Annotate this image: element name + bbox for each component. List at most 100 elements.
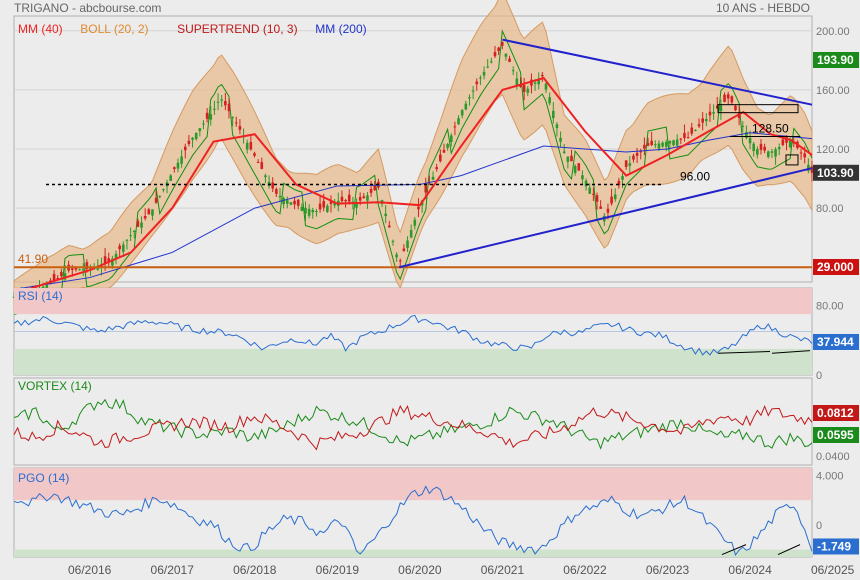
- price-ytick-label: 80.00: [816, 203, 844, 215]
- candle-body: [417, 206, 420, 210]
- candle-body: [129, 235, 132, 237]
- candle-body: [734, 105, 737, 111]
- candle-body: [231, 117, 234, 119]
- candle-body: [522, 85, 526, 92]
- candle-body: [541, 74, 544, 77]
- candle-body: [551, 110, 555, 119]
- candle-body: [664, 141, 668, 147]
- candle-body: [559, 137, 562, 142]
- candle-body: [391, 240, 395, 242]
- candle-body: [151, 209, 154, 216]
- candle-body: [307, 208, 311, 216]
- price-ytick-label: 120.00: [816, 144, 850, 156]
- xtick-label: 06/2020: [398, 563, 442, 577]
- candle-body: [646, 143, 650, 146]
- legend-item: MM (200): [315, 22, 366, 36]
- candle-body: [686, 137, 690, 139]
- candle-body: [187, 140, 191, 144]
- candle-body: [158, 195, 162, 197]
- candle-body: [497, 47, 500, 51]
- candle-body: [275, 188, 278, 194]
- pgo-ytick-label: 4.000: [816, 470, 844, 482]
- candle-body: [799, 152, 803, 154]
- candle-body: [249, 142, 253, 150]
- candle-body: [446, 144, 449, 148]
- candle-body: [708, 111, 712, 116]
- vortex-ytick-label: 0.0400: [816, 451, 850, 463]
- xtick-label: 06/2018: [233, 563, 277, 577]
- candle-body: [136, 220, 140, 227]
- candle-body: [468, 97, 471, 99]
- candle-body: [657, 143, 661, 149]
- candle-body: [176, 162, 180, 169]
- xtick-label: 06/2022: [563, 563, 607, 577]
- candle-body: [599, 206, 602, 209]
- rsi-ytick-label: 0: [816, 370, 822, 382]
- candle-body: [770, 151, 774, 153]
- candle-body: [227, 103, 231, 112]
- xtick-label: 06/2017: [151, 563, 195, 577]
- xtick-label: 06/2025: [811, 563, 855, 577]
- candle-body: [741, 125, 745, 127]
- candle-body: [369, 189, 373, 193]
- candle-body: [683, 132, 686, 138]
- candle-body: [183, 146, 187, 151]
- xtick-label: 06/2021: [481, 563, 525, 577]
- candle-body: [60, 271, 63, 276]
- candle-body: [588, 187, 592, 194]
- candle-body: [293, 200, 296, 205]
- candle-body: [475, 81, 479, 85]
- rsi-band-0: [14, 288, 812, 315]
- candle-body: [613, 194, 617, 200]
- candle-body: [260, 162, 264, 169]
- rsi-ytick-label: 80.00: [816, 300, 844, 312]
- candle-body: [581, 175, 584, 180]
- candle-body: [752, 143, 755, 152]
- panel-vortex: [13, 377, 813, 466]
- pgo-ytick-label: 0: [816, 520, 822, 532]
- candle-body: [661, 142, 664, 147]
- candle-body: [198, 128, 202, 132]
- candle-body: [125, 239, 129, 241]
- candle-body: [406, 240, 409, 248]
- candle-body: [643, 144, 646, 149]
- candle-body: [81, 269, 85, 271]
- candle-body: [464, 103, 468, 110]
- candle-body: [322, 200, 326, 208]
- price-ytick-label: 160.00: [816, 85, 850, 97]
- candle-body: [315, 210, 318, 212]
- candle-body: [442, 149, 446, 153]
- candle-body: [366, 195, 369, 201]
- candle-body: [577, 163, 581, 171]
- candle-body: [672, 140, 675, 146]
- xtick-label: 06/2024: [728, 563, 772, 577]
- candle-body: [555, 124, 559, 129]
- candle-body: [140, 222, 143, 228]
- candle-body: [457, 118, 460, 125]
- candle-body: [712, 112, 715, 114]
- candle-body: [435, 167, 438, 170]
- candle-body: [766, 151, 770, 157]
- candle-body: [624, 160, 628, 167]
- candle-body: [759, 143, 763, 150]
- candle-body: [122, 244, 125, 252]
- candle-body: [675, 139, 679, 146]
- rsi-band-1: [14, 348, 812, 375]
- candle-body: [311, 209, 315, 213]
- candle-body: [234, 122, 238, 124]
- candle-body: [621, 176, 624, 180]
- candle-body: [413, 219, 417, 226]
- candle-body: [606, 208, 610, 213]
- candle-body: [431, 176, 435, 180]
- candle-body: [810, 166, 814, 173]
- candle-body: [264, 175, 267, 178]
- legend-item: MM (40): [18, 22, 63, 36]
- candle-body: [777, 147, 781, 150]
- candle-body: [118, 245, 121, 250]
- candle-body: [763, 146, 766, 151]
- candle-body: [500, 41, 504, 46]
- candle-body: [205, 112, 209, 119]
- candle-body: [482, 71, 486, 76]
- vortex-title: VORTEX (14): [18, 379, 92, 393]
- candle-body: [439, 154, 442, 162]
